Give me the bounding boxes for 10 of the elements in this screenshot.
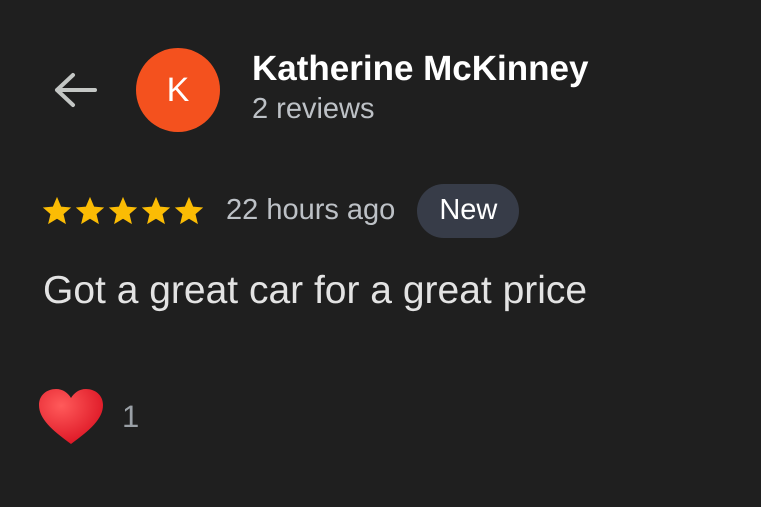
- review-count: 2 reviews: [252, 92, 376, 127]
- reviewer-name[interactable]: Katherine McKinney: [252, 47, 588, 91]
- heart-icon[interactable]: [38, 388, 104, 446]
- avatar: K: [136, 48, 220, 132]
- review-text: Got a great car for a great price: [42, 268, 588, 314]
- reaction-count: 1: [122, 398, 140, 436]
- review-time: 22 hours ago: [226, 193, 396, 228]
- new-badge: New: [417, 184, 520, 238]
- back-button[interactable]: [52, 70, 98, 110]
- back-arrow-icon: [53, 72, 97, 108]
